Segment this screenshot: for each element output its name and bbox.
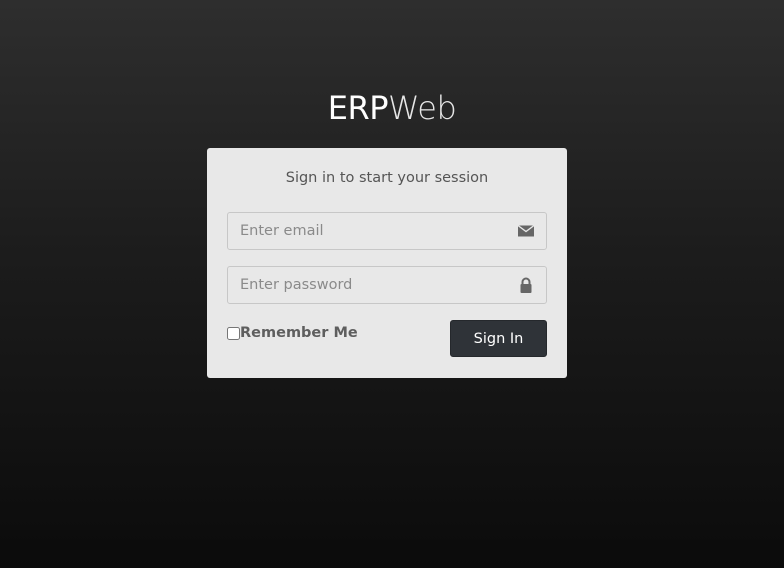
login-box: Sign in to start your session Remember M… bbox=[207, 148, 567, 378]
lock-icon bbox=[517, 277, 535, 293]
password-field[interactable] bbox=[228, 267, 508, 303]
remember-me-row: Remember Me bbox=[227, 324, 358, 342]
remember-me-label[interactable]: Remember Me bbox=[240, 325, 358, 341]
app-logo: ERPWeb bbox=[0, 88, 784, 128]
email-field[interactable] bbox=[228, 213, 508, 249]
email-field-group bbox=[227, 212, 547, 250]
login-box-message: Sign in to start your session bbox=[285, 170, 489, 186]
password-field-group bbox=[227, 266, 547, 304]
envelope-icon bbox=[517, 223, 535, 239]
remember-me-checkbox[interactable] bbox=[227, 326, 240, 340]
logo-light-text: Web bbox=[387, 89, 457, 127]
sign-in-button[interactable]: Sign In bbox=[450, 320, 547, 357]
logo-bold-text: ERP bbox=[327, 89, 389, 127]
